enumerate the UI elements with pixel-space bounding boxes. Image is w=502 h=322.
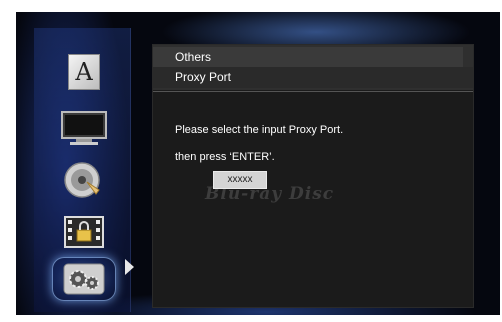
category-label: Others bbox=[175, 50, 212, 64]
screen: A Others Proxy Port Please select the in… bbox=[0, 0, 502, 322]
speaker-disc-icon bbox=[64, 162, 100, 198]
menu-item-parental[interactable] bbox=[56, 212, 112, 252]
gears-icon bbox=[63, 263, 105, 295]
settings-panel: Others Proxy Port Please select the inpu… bbox=[152, 44, 474, 308]
instruction-line-2: then press ‘ENTER’. bbox=[175, 151, 275, 163]
menu-item-audio[interactable] bbox=[56, 160, 112, 200]
page-title: Proxy Port bbox=[175, 70, 232, 84]
menu-item-language[interactable]: A bbox=[56, 52, 112, 92]
tv-monitor-icon bbox=[61, 111, 107, 145]
menu-item-display[interactable] bbox=[56, 108, 112, 148]
letter-a-icon: A bbox=[68, 54, 100, 90]
film-lock-icon bbox=[64, 216, 104, 248]
instruction-line-1: Please select the input Proxy Port. bbox=[175, 124, 344, 136]
proxy-port-input[interactable]: xxxxx bbox=[213, 171, 267, 189]
selection-arrow-icon bbox=[125, 259, 134, 275]
menu-item-others[interactable] bbox=[52, 257, 116, 301]
panel-header: Others Proxy Port bbox=[153, 45, 473, 90]
divider bbox=[153, 91, 473, 92]
